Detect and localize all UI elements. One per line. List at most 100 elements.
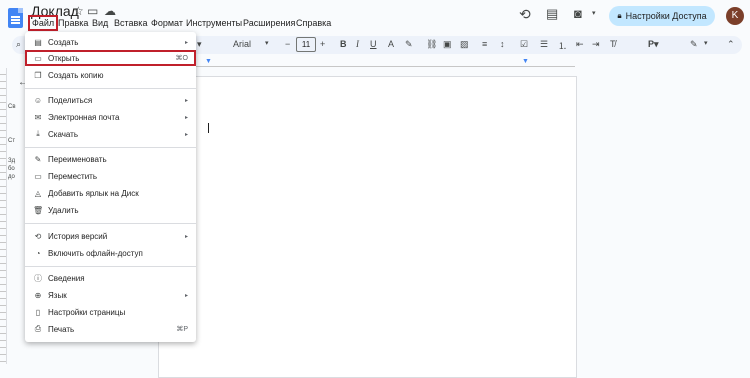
menu-extensions[interactable]: Расширения	[243, 18, 295, 28]
menu-create[interactable]: ▤ Создать ▸	[25, 34, 196, 50]
horizontal-ruler[interactable]	[195, 58, 575, 67]
menu-rename[interactable]: ✎ Переименовать	[25, 151, 196, 167]
menu-item-label: Печать	[48, 324, 75, 334]
star-icon[interactable]: ☆	[73, 4, 84, 18]
pen-icon[interactable]: ✎	[690, 39, 698, 50]
decrease-indent-icon[interactable]: ⇤	[576, 39, 584, 50]
history-icon: ⟲	[34, 231, 42, 241]
document-page[interactable]	[158, 76, 577, 378]
divider	[25, 266, 196, 267]
menu-email[interactable]: ✉ Электронная почта ▸	[25, 109, 196, 125]
menu-make-copy[interactable]: ❐ Создать копию	[25, 67, 196, 83]
chevron-right-icon: ▸	[184, 233, 188, 240]
align-icon[interactable]: ≡	[482, 39, 487, 49]
divider	[25, 88, 196, 89]
increase-indent-icon[interactable]: ⇥	[592, 39, 600, 50]
menu-insert[interactable]: Вставка	[114, 18, 147, 28]
rename-icon: ✎	[34, 154, 42, 164]
link-icon[interactable]: ⛓	[426, 39, 437, 50]
right-indent-marker-icon[interactable]: ▼	[522, 58, 529, 65]
docs-logo-icon[interactable]	[8, 8, 23, 28]
trash-icon: 🗑︎	[33, 205, 44, 215]
outline-text-1: Зд	[8, 158, 16, 164]
menu-help[interactable]: Справка	[296, 18, 331, 28]
highlight-icon[interactable]: ✎	[405, 39, 413, 50]
outline-label: Св	[8, 104, 16, 110]
bullet-list-icon[interactable]: ☰	[540, 39, 548, 50]
line-spacing-icon[interactable]: ↕	[500, 39, 505, 49]
chevron-down-icon[interactable]: ▾	[592, 9, 596, 17]
clear-format-icon[interactable]: T̸	[610, 39, 616, 49]
font-size-input[interactable]: 11	[296, 37, 316, 52]
menu-tools[interactable]: Инструменты	[186, 18, 242, 28]
chevron-right-icon: ▸	[184, 292, 188, 299]
menu-add-shortcut[interactable]: ◬ Добавить ярлык на Диск	[25, 185, 196, 201]
menu-file[interactable]: Файл	[28, 15, 59, 31]
print-icon: ⎙	[34, 324, 42, 333]
search-icon[interactable]: ⌕	[16, 39, 21, 50]
menu-language[interactable]: ⊕ Язык ▸	[25, 287, 196, 303]
lock-icon: 🔒︎	[617, 11, 622, 20]
shortcut: ⌘O	[175, 55, 188, 62]
menu-open[interactable]: ▭ Открыть ⌘O	[25, 50, 196, 66]
left-indent-marker-icon[interactable]: ▼	[205, 58, 212, 65]
menu-item-label: Открыть	[48, 53, 80, 63]
menu-item-label: Сведения	[48, 273, 85, 283]
comment-icon[interactable]: ▤	[546, 6, 558, 22]
menu-details[interactable]: ⓘ Сведения	[25, 270, 196, 286]
menu-edit[interactable]: Правка	[58, 18, 88, 28]
collapse-icon[interactable]: ⌃	[727, 39, 735, 50]
move-icon[interactable]: ▭	[87, 4, 98, 18]
menu-item-label: Скачать	[48, 129, 78, 139]
outline-text-3: до	[8, 174, 15, 180]
divider	[25, 147, 196, 148]
menu-item-label: Настройки страницы	[48, 307, 126, 317]
font-chevron-icon[interactable]: ▾	[265, 39, 269, 47]
menu-print[interactable]: ⎙ Печать ⌘P	[25, 321, 196, 337]
info-icon: ⓘ	[34, 273, 42, 283]
menu-share[interactable]: ☺ Поделиться ▸	[25, 92, 196, 108]
menu-item-label: Создать	[48, 37, 79, 47]
menu-format[interactable]: Формат	[151, 18, 183, 28]
menu-item-label: Добавить ярлык на Диск	[48, 188, 139, 198]
menu-version-history[interactable]: ⟲ История версий ▸	[25, 228, 196, 244]
image-icon[interactable]: ▨	[460, 39, 469, 50]
share-button[interactable]: 🔒︎ Настройки Доступа	[609, 6, 715, 26]
pen-chevron-icon[interactable]: ▾	[704, 39, 708, 47]
menu-download[interactable]: ⤓ Скачать ▸	[25, 126, 196, 142]
offline-icon: ◔	[35, 248, 41, 258]
editing-mode-icon[interactable]: P▾	[648, 39, 659, 50]
menu-delete[interactable]: 🗑︎ Удалить	[25, 202, 196, 218]
menu-page-setup[interactable]: ▯ Настройки страницы	[25, 304, 196, 320]
avatar[interactable]: K	[726, 7, 744, 25]
checklist-icon[interactable]: ☑	[520, 39, 528, 50]
underline-icon[interactable]: U	[370, 39, 377, 49]
chevron-right-icon: ▸	[184, 97, 188, 104]
bold-icon[interactable]: B	[340, 39, 347, 49]
copy-icon: ❐	[34, 70, 42, 80]
increase-font-icon[interactable]: +	[320, 39, 325, 49]
folder-icon: ▭	[34, 53, 42, 63]
share-label: Настройки Доступа	[625, 11, 707, 21]
menu-item-label: Электронная почта	[48, 112, 120, 122]
menu-move[interactable]: ▭ Переместить	[25, 168, 196, 184]
divider	[25, 223, 196, 224]
history-icon[interactable]: ⟲	[519, 6, 531, 23]
vertical-ruler[interactable]	[0, 68, 7, 364]
menu-view[interactable]: Вид	[92, 18, 108, 28]
style-chevron-icon[interactable]: ▾	[197, 39, 202, 50]
file-menu: ▤ Создать ▸ ▭ Открыть ⌘O ❐ Создать копию ☺ Под…	[25, 32, 196, 342]
chevron-right-icon: ▸	[184, 131, 188, 138]
menu-item-label: Переместить	[48, 171, 98, 181]
font-select[interactable]: Arial	[233, 39, 251, 49]
numbered-list-icon[interactable]: ⒈	[558, 39, 567, 52]
text-color-icon[interactable]: A	[388, 39, 394, 49]
text-cursor	[208, 123, 209, 133]
italic-icon[interactable]: I	[356, 39, 359, 49]
cloud-icon[interactable]: ☁	[104, 4, 116, 18]
shortcut: ⌘P	[176, 326, 188, 333]
video-call-icon[interactable]: ◙	[574, 6, 582, 21]
add-comment-icon[interactable]: ▣	[443, 39, 452, 50]
decrease-font-icon[interactable]: −	[285, 39, 290, 49]
menu-offline[interactable]: ◔ Включить офлайн-доступ	[25, 245, 196, 261]
